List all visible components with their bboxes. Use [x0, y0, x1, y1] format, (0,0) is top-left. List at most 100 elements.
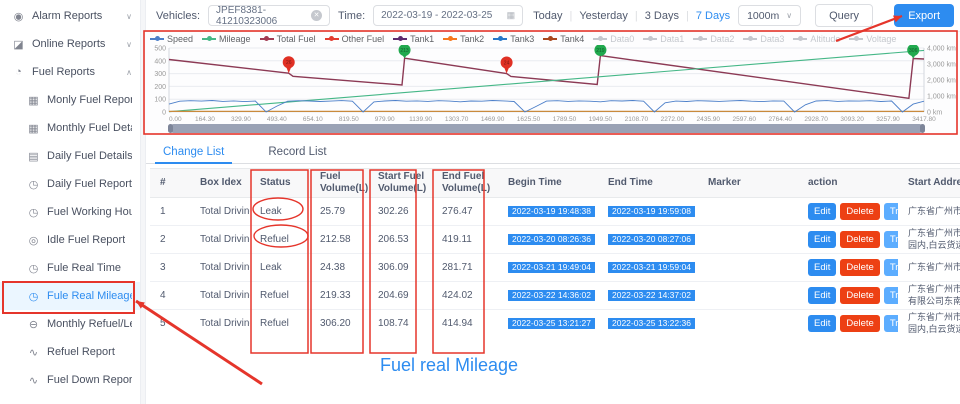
legend-item[interactable]: Data3 — [743, 34, 784, 44]
distance-select[interactable]: 1000m ∨ — [738, 5, 801, 26]
svg-text:26: 26 — [286, 60, 292, 66]
legend-item[interactable]: Speed — [150, 34, 193, 44]
delete-button[interactable]: Delete — [840, 315, 879, 332]
legend-item[interactable]: Tank4 — [543, 34, 584, 44]
calendar-icon: ▦ — [507, 10, 516, 21]
range-7-days[interactable]: 7 Days — [696, 10, 730, 22]
cell-start-address: 广东省广州市白云 园内,白云货运市 — [898, 312, 960, 335]
end-time-badge[interactable]: 2022-03-20 08:27:06 — [608, 234, 695, 245]
range-3-days[interactable]: 3 Days — [645, 10, 679, 22]
begin-time-badge[interactable]: 2022-03-25 13:21:27 — [508, 318, 595, 329]
annotation-caption: Fuel real Mileage — [380, 355, 518, 376]
range-yesterday[interactable]: Yesterday — [579, 10, 628, 22]
date-range-input[interactable]: 2022-03-19 - 2022-03-25 ▦ — [373, 5, 523, 26]
svg-text:1949.50: 1949.50 — [589, 116, 613, 123]
sidebar-item-daily-fuel-details[interactable]: ▤ Daily Fuel Details — [0, 142, 140, 170]
begin-time-badge[interactable]: 2022-03-22 14:36:02 — [508, 290, 595, 301]
cell-status: Refuel — [250, 234, 310, 245]
column-header: End Fuel Volume(L) — [432, 171, 498, 195]
svg-text:3,000 km: 3,000 km — [927, 62, 956, 69]
svg-text:1139.90: 1139.90 — [409, 116, 432, 123]
cell-index: 4 — [150, 290, 190, 301]
table-row: 2 Total Driving Refuel 212.58 206.53 419… — [150, 226, 960, 254]
cell-end-time: 2022-03-25 13:22:36… — [598, 318, 698, 329]
chart-legend: Speed Mileage Total Fuel Other Fuel Tank… — [145, 32, 958, 45]
svg-text:1625.50: 1625.50 — [517, 116, 541, 123]
delete-button[interactable]: Delete — [840, 203, 879, 220]
table-header: #Box IdexStatusFuel Volume(L)Start Fuel … — [150, 168, 960, 198]
sidebar-item-monthly-fuel-details[interactable]: ▦ Monthly Fuel Details — [0, 114, 140, 142]
cell-fuel-volume: 25.79 — [310, 206, 368, 217]
track-button[interactable]: Track — [884, 287, 898, 304]
sidebar-item-fuel-down-report[interactable]: ∿ Fuel Down Report — [0, 366, 140, 394]
sidebar-section[interactable]: ◪ Online Reports ∨ — [0, 30, 140, 58]
legend-item[interactable]: Tank1 — [393, 34, 434, 44]
cell-action: EditDelete Track — [798, 203, 898, 220]
chart-zoom-slider[interactable] — [169, 124, 924, 133]
svg-text:2,000 km: 2,000 km — [927, 78, 956, 85]
range-today[interactable]: Today — [533, 10, 562, 22]
track-button[interactable]: Track — [884, 231, 898, 248]
export-button[interactable]: Export — [894, 4, 954, 27]
edit-button[interactable]: Edit — [808, 231, 836, 248]
sidebar-section[interactable]: ◔ Fuel Reports ∧ — [0, 58, 140, 86]
begin-time-badge[interactable]: 2022-03-19 19:48:38 — [508, 206, 595, 217]
time-label: Time: — [338, 10, 365, 22]
legend-item[interactable]: Voltage — [849, 34, 896, 44]
fuel-gauge-icon: ◔ — [12, 66, 25, 78]
delete-button[interactable]: Delete — [840, 259, 879, 276]
cell-status: Leak — [250, 206, 310, 217]
end-time-badge[interactable]: 2022-03-22 14:37:02 — [608, 290, 695, 301]
end-time-badge[interactable]: 2022-03-25 13:22:36 — [608, 318, 695, 329]
edit-button[interactable]: Edit — [808, 259, 836, 276]
cell-box-index: Total Driving — [190, 234, 250, 245]
vehicles-input[interactable]: JPEF8381-41210323006 ✕ — [208, 5, 330, 26]
sidebar-item-idle-fuel-report[interactable]: ◎ Idle Fuel Report — [0, 226, 140, 254]
chevron-down-icon: ∨ — [126, 12, 132, 21]
legend-item[interactable]: Tank2 — [443, 34, 484, 44]
tab-change-list[interactable]: Change List — [163, 140, 224, 163]
track-button[interactable]: Track — [884, 315, 898, 332]
legend-item[interactable]: Mileage — [202, 34, 251, 44]
cell-box-index: Total Driving — [190, 206, 250, 217]
end-time-badge[interactable]: 2022-03-21 19:59:04 — [608, 262, 695, 273]
cell-start-address: 广东省广州市白云 园内,白云货运市 — [898, 228, 960, 251]
legend-item[interactable]: Data1 — [643, 34, 684, 44]
begin-time-badge[interactable]: 2022-03-20 08:26:36 — [508, 234, 595, 245]
edit-button[interactable]: Edit — [808, 203, 836, 220]
sidebar-item-fule-real-mileage[interactable]: ◷ Fule Real Mileage — [0, 282, 140, 310]
sidebar-item-monly-fuel-report[interactable]: ▦ Monly Fuel Report — [0, 86, 140, 114]
begin-time-badge[interactable]: 2022-03-21 19:49:04 — [508, 262, 595, 273]
legend-item[interactable]: Data0 — [593, 34, 634, 44]
cell-action: EditDelete Track — [798, 259, 898, 276]
sidebar-item-daily-fuel-report[interactable]: ◷ Daily Fuel Report — [0, 170, 140, 198]
edit-button[interactable]: Edit — [808, 315, 836, 332]
track-button[interactable]: Track — [884, 203, 898, 220]
table-row: 4 Total Driving Refuel 219.33 204.69 424… — [150, 282, 960, 310]
edit-button[interactable]: Edit — [808, 287, 836, 304]
svg-text:0: 0 — [162, 110, 166, 117]
sidebar-item-refuel-report[interactable]: ∿ Refuel Report — [0, 338, 140, 366]
legend-item[interactable]: Other Fuel — [325, 34, 385, 44]
tab-record-list[interactable]: Record List — [268, 140, 326, 163]
legend-item[interactable]: Altitude — [793, 34, 840, 44]
column-header: Fuel Volume(L) — [310, 171, 368, 195]
delete-button[interactable]: Delete — [840, 287, 879, 304]
legend-marker — [150, 36, 164, 42]
legend-item[interactable]: Total Fuel — [260, 34, 316, 44]
table-row: 5 Total Driving Refuel 306.20 108.74 414… — [150, 310, 960, 336]
legend-item[interactable]: Tank3 — [493, 34, 534, 44]
sidebar-section[interactable]: ◉ Alarm Reports ∨ — [0, 2, 140, 30]
sidebar-item-monthly-refuel-leak[interactable]: ⊖ Monthly Refuel/Leak — [0, 310, 140, 338]
delete-button[interactable]: Delete — [840, 231, 879, 248]
clear-icon[interactable]: ✕ — [311, 10, 322, 21]
cell-status: Refuel — [250, 290, 310, 301]
query-button[interactable]: Query — [815, 4, 873, 27]
chevron-down-icon: ∨ — [786, 11, 792, 20]
track-button[interactable]: Track — [884, 259, 898, 276]
end-time-badge[interactable]: 2022-03-19 19:59:08 — [608, 206, 695, 217]
legend-marker — [849, 36, 863, 42]
legend-item[interactable]: Data2 — [693, 34, 734, 44]
sidebar-item-fuel-working-hours[interactable]: ◷ Fuel Working Hours — [0, 198, 140, 226]
sidebar-item-fule-real-time[interactable]: ◷ Fule Real Time — [0, 254, 140, 282]
